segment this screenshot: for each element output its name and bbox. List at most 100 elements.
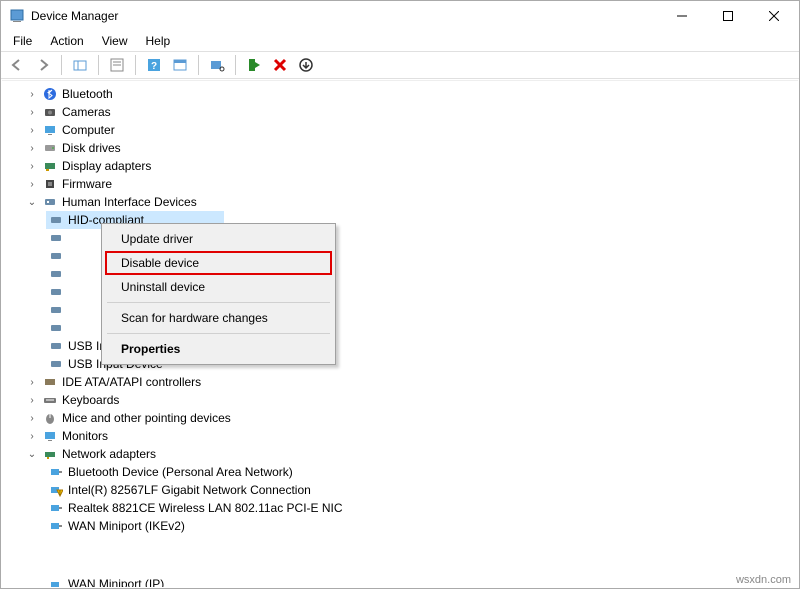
tree-item-net-realtek[interactable]: Realtek 8821CE Wireless LAN 802.11ac PCI… xyxy=(6,499,798,517)
tree-label: Realtek 8821CE Wireless LAN 802.11ac PCI… xyxy=(68,501,343,515)
tree-item-net-bt[interactable]: Bluetooth Device (Personal Area Network) xyxy=(6,463,798,481)
chevron-down-icon[interactable]: ⌄ xyxy=(24,194,40,210)
context-menu: Update driver Disable device Uninstall d… xyxy=(101,223,336,365)
toolbar-separator xyxy=(198,55,199,75)
context-update-driver[interactable]: Update driver xyxy=(105,227,332,251)
properties-button[interactable] xyxy=(105,53,129,77)
chevron-right-icon[interactable]: › xyxy=(24,374,40,390)
hid-device-icon xyxy=(48,320,64,336)
tree-item-bluetooth[interactable]: › Bluetooth xyxy=(6,85,798,103)
toolbar-separator xyxy=(235,55,236,75)
network-adapter-icon xyxy=(48,464,64,480)
tree-label: Display adapters xyxy=(62,159,151,173)
ide-icon xyxy=(42,374,58,390)
tree-label: WAN Miniport (IP) xyxy=(68,577,164,587)
tree-item-net-wan-ikev2[interactable]: WAN Miniport (IKEv2) xyxy=(6,517,798,535)
menu-view[interactable]: View xyxy=(94,32,136,50)
hid-device-icon xyxy=(48,284,64,300)
show-hide-button[interactable] xyxy=(68,53,92,77)
tree-label: Intel(R) 82567LF Gigabit Network Connect… xyxy=(68,483,311,497)
tree-item-network[interactable]: ⌄ Network adapters xyxy=(6,445,798,463)
tree-item-ide[interactable]: › IDE ATA/ATAPI controllers xyxy=(6,373,798,391)
hid-device-icon xyxy=(48,266,64,282)
monitor-icon xyxy=(42,428,58,444)
hid-device-icon xyxy=(48,230,64,246)
tree-item-disk-drives[interactable]: › Disk drives xyxy=(6,139,798,157)
menu-action[interactable]: Action xyxy=(42,32,91,50)
chevron-right-icon[interactable]: › xyxy=(24,410,40,426)
hid-device-icon xyxy=(48,248,64,264)
tree-label: Monitors xyxy=(62,429,108,443)
action-button[interactable] xyxy=(168,53,192,77)
maximize-button[interactable] xyxy=(705,1,751,31)
tree-item-monitors[interactable]: › Monitors xyxy=(6,427,798,445)
scan-button[interactable] xyxy=(205,53,229,77)
toolbar-separator xyxy=(61,55,62,75)
chevron-down-icon[interactable]: ⌄ xyxy=(24,446,40,462)
context-properties[interactable]: Properties xyxy=(105,337,332,361)
tree-item-firmware[interactable]: › Firmware xyxy=(6,175,798,193)
tree-label: Computer xyxy=(62,123,115,137)
display-adapter-icon xyxy=(42,158,58,174)
context-uninstall-device[interactable]: Uninstall device xyxy=(105,275,332,299)
hid-device-icon xyxy=(48,212,64,228)
chevron-right-icon[interactable]: › xyxy=(24,176,40,192)
close-button[interactable] xyxy=(751,1,797,31)
chevron-right-icon[interactable]: › xyxy=(24,104,40,120)
chevron-right-icon[interactable]: › xyxy=(24,158,40,174)
update-button[interactable] xyxy=(294,53,318,77)
menu-file[interactable]: File xyxy=(5,32,40,50)
camera-icon xyxy=(42,104,58,120)
chevron-right-icon[interactable]: › xyxy=(24,392,40,408)
network-adapter-icon xyxy=(48,500,64,516)
chevron-right-icon[interactable]: › xyxy=(24,140,40,156)
network-icon xyxy=(42,446,58,462)
tree-item-keyboards[interactable]: › Keyboards xyxy=(6,391,798,409)
watermark: wsxdn.com xyxy=(736,574,791,586)
tree-item-display-adapters[interactable]: › Display adapters xyxy=(6,157,798,175)
menubar: File Action View Help xyxy=(1,31,799,51)
hid-device-icon xyxy=(48,338,64,354)
tree-item-computer[interactable]: › Computer xyxy=(6,121,798,139)
tree-label: Mice and other pointing devices xyxy=(62,411,231,425)
mouse-icon xyxy=(42,410,58,426)
hid-device-icon xyxy=(48,356,64,372)
back-button[interactable] xyxy=(5,53,29,77)
help-button[interactable]: ? xyxy=(142,53,166,77)
uninstall-button[interactable] xyxy=(268,53,292,77)
enable-button[interactable] xyxy=(242,53,266,77)
chevron-right-icon[interactable]: › xyxy=(24,86,40,102)
context-separator xyxy=(107,333,330,334)
tree-item-net-intel[interactable]: ! Intel(R) 82567LF Gigabit Network Conne… xyxy=(6,481,798,499)
tree-label: Network adapters xyxy=(62,447,156,461)
tree-item-net-wan-ip[interactable]: WAN Miniport (IP) xyxy=(2,577,798,587)
tree-label: Bluetooth Device (Personal Area Network) xyxy=(68,465,293,479)
context-disable-device[interactable]: Disable device xyxy=(105,251,332,275)
tree-label: Firmware xyxy=(62,177,112,191)
forward-button[interactable] xyxy=(31,53,55,77)
network-adapter-icon xyxy=(48,577,64,587)
chevron-right-icon[interactable]: › xyxy=(24,122,40,138)
hid-device-icon xyxy=(48,302,64,318)
tree-item-cameras[interactable]: › Cameras xyxy=(6,103,798,121)
svg-text:?: ? xyxy=(151,61,157,72)
tree-label: IDE ATA/ATAPI controllers xyxy=(62,375,201,389)
chevron-right-icon[interactable]: › xyxy=(24,428,40,444)
disk-icon xyxy=(42,140,58,156)
network-adapter-icon xyxy=(48,518,64,534)
network-adapter-warning-icon: ! xyxy=(48,482,64,498)
toolbar: ? xyxy=(1,51,799,79)
tree-label: Bluetooth xyxy=(62,87,113,101)
window-title: Device Manager xyxy=(31,9,659,23)
toolbar-separator xyxy=(98,55,99,75)
context-separator xyxy=(107,302,330,303)
bluetooth-icon xyxy=(42,86,58,102)
tree-item-hid[interactable]: ⌄ Human Interface Devices xyxy=(6,193,798,211)
tree-label: Human Interface Devices xyxy=(62,195,197,209)
app-icon xyxy=(9,8,25,24)
minimize-button[interactable] xyxy=(659,1,705,31)
tree-item-mice[interactable]: › Mice and other pointing devices xyxy=(6,409,798,427)
menu-help[interactable]: Help xyxy=(138,32,179,50)
hid-icon xyxy=(42,194,58,210)
context-scan-hardware[interactable]: Scan for hardware changes xyxy=(105,306,332,330)
